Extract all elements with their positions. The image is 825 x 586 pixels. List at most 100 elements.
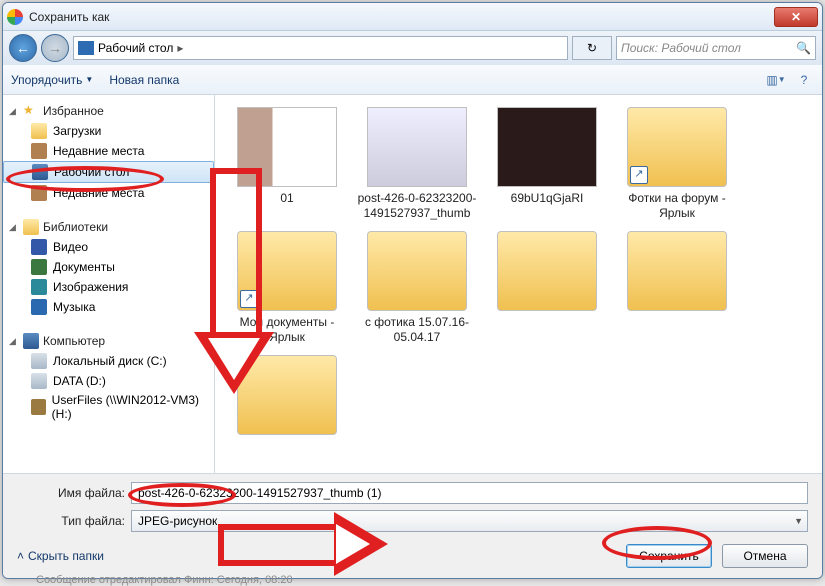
ico-pic-icon bbox=[31, 279, 47, 295]
cancel-button[interactable]: Отмена bbox=[722, 544, 808, 568]
thumb-label: 69bU1qGjaRI bbox=[511, 191, 584, 206]
titlebar: Сохранить как ✕ bbox=[3, 3, 822, 31]
back-button[interactable]: ← bbox=[9, 34, 37, 62]
tree-item[interactable]: Недавние места bbox=[3, 183, 214, 203]
chevron-down-icon: ▼ bbox=[85, 75, 93, 84]
tree-header-favorites[interactable]: ◢ ★ Избранное bbox=[3, 101, 214, 121]
ico-net-icon bbox=[31, 399, 46, 415]
filetype-label: Тип файла: bbox=[17, 514, 125, 528]
tree-item[interactable]: Музыка bbox=[3, 297, 214, 317]
thumb-label: Фотки на форум - Ярлык bbox=[617, 191, 737, 221]
tree-item[interactable]: Локальный диск (C:) bbox=[3, 351, 214, 371]
tree-item-label: Локальный диск (C:) bbox=[53, 354, 167, 368]
refresh-button[interactable]: ↻ bbox=[572, 36, 612, 60]
tree-item-label: UserFiles (\\WIN2012-VM3) (H:) bbox=[52, 393, 208, 421]
filetype-value: JPEG-рисунок bbox=[138, 514, 217, 528]
dialog-body: ◢ ★ Избранное Загрузки Недавние места Рабо… bbox=[3, 95, 822, 473]
tree-item-label: Рабочий стол bbox=[54, 165, 129, 179]
chrome-icon bbox=[7, 9, 23, 25]
tree-item-label: DATA (D:) bbox=[53, 374, 106, 388]
save-as-dialog: Сохранить как ✕ ← → Рабочий стол ▸ ↻ Пои… bbox=[2, 2, 823, 579]
tree-item[interactable]: Рабочий стол bbox=[3, 161, 214, 183]
thumb-label: Мои документы - Ярлык bbox=[227, 315, 347, 345]
thumb-image bbox=[367, 231, 467, 311]
breadcrumb-path: Рабочий стол bbox=[98, 41, 173, 55]
tree-item[interactable]: Загрузки bbox=[3, 121, 214, 141]
tree-item-label: Недавние места bbox=[53, 144, 144, 158]
close-button[interactable]: ✕ bbox=[774, 7, 818, 27]
ico-disk-icon bbox=[31, 373, 47, 389]
tree-item[interactable]: UserFiles (\\WIN2012-VM3) (H:) bbox=[3, 391, 214, 423]
file-thumb[interactable]: 01 bbox=[227, 107, 347, 221]
filename-input[interactable] bbox=[131, 482, 808, 504]
thumb-image bbox=[237, 231, 337, 311]
chevron-down-icon: ▼ bbox=[794, 516, 803, 526]
tree-item-label: Загрузки bbox=[53, 124, 101, 138]
tree-header-libraries[interactable]: ◢ Библиотеки bbox=[3, 217, 214, 237]
search-placeholder: Поиск: Рабочий стол bbox=[621, 41, 741, 55]
file-thumb[interactable]: с фотика 15.07.16-05.04.17 bbox=[357, 231, 477, 345]
ico-monitor-icon bbox=[32, 164, 48, 180]
thumb-image bbox=[237, 107, 337, 187]
file-thumb[interactable]: 69bU1qGjaRI bbox=[487, 107, 607, 221]
thumb-label: 01 bbox=[280, 191, 293, 206]
thumb-image bbox=[367, 107, 467, 187]
tree-item-label: Изображения bbox=[53, 280, 128, 294]
tree-item-label: Недавние места bbox=[53, 186, 144, 200]
computer-icon bbox=[23, 333, 39, 349]
organize-menu[interactable]: Упорядочить ▼ bbox=[11, 73, 93, 87]
help-button[interactable]: ? bbox=[794, 70, 814, 90]
tree-item-label: Видео bbox=[53, 240, 88, 254]
view-options-button[interactable]: ▥ ▼ bbox=[766, 70, 786, 90]
search-icon: 🔍 bbox=[796, 41, 811, 55]
tree-item[interactable]: Недавние места bbox=[3, 141, 214, 161]
libraries-icon bbox=[23, 219, 39, 235]
ico-doc-icon bbox=[31, 259, 47, 275]
ico-music-icon bbox=[31, 299, 47, 315]
bottom-panel: Имя файла: Тип файла: JPEG-рисунок ▼ ˄ С… bbox=[3, 473, 822, 578]
file-pane[interactable]: 01 post-426-0-62323200-1491527937_thumb 69… bbox=[215, 95, 822, 473]
tree-libraries: ◢ Библиотеки Видео Документы Изображения Му… bbox=[3, 217, 214, 317]
star-icon: ★ bbox=[23, 103, 39, 119]
thumb-image bbox=[237, 355, 337, 435]
search-input[interactable]: Поиск: Рабочий стол 🔍 bbox=[616, 36, 816, 60]
chevron-up-icon: ˄ bbox=[17, 549, 24, 563]
file-thumb[interactable]: Фотки на форум - Ярлык bbox=[617, 107, 737, 221]
save-button[interactable]: Сохранить bbox=[626, 544, 712, 568]
tree-item[interactable]: Видео bbox=[3, 237, 214, 257]
toolbar: Упорядочить ▼ Новая папка ▥ ▼ ? bbox=[3, 65, 822, 95]
tree-item[interactable]: Изображения bbox=[3, 277, 214, 297]
thumb-image bbox=[627, 231, 727, 311]
window-title: Сохранить как bbox=[29, 10, 774, 24]
file-thumb[interactable] bbox=[617, 231, 737, 345]
page-footer-note: Сообщение отредактировал Финн: Сегодня, … bbox=[36, 574, 293, 586]
ico-video-icon bbox=[31, 239, 47, 255]
hide-folders-button[interactable]: ˄ Скрыть папки bbox=[17, 549, 104, 563]
tree-item[interactable]: DATA (D:) bbox=[3, 371, 214, 391]
ico-folder-icon bbox=[31, 123, 47, 139]
tree-item-label: Документы bbox=[53, 260, 115, 274]
forward-button[interactable]: → bbox=[41, 34, 69, 62]
file-thumb[interactable]: Мои документы - Ярлык bbox=[227, 231, 347, 345]
file-thumb[interactable] bbox=[227, 355, 347, 439]
thumb-label: с фотика 15.07.16-05.04.17 bbox=[357, 315, 477, 345]
caret-icon: ◢ bbox=[9, 106, 19, 117]
new-folder-button[interactable]: Новая папка bbox=[109, 73, 179, 87]
tree-item-label: Музыка bbox=[53, 300, 95, 314]
thumb-image bbox=[627, 107, 727, 187]
filename-label: Имя файла: bbox=[17, 486, 125, 500]
thumb-image bbox=[497, 231, 597, 311]
desktop-icon bbox=[78, 41, 94, 55]
ico-recent-icon bbox=[31, 143, 47, 159]
file-thumb[interactable] bbox=[487, 231, 607, 345]
tree-item[interactable]: Документы bbox=[3, 257, 214, 277]
address-bar: ← → Рабочий стол ▸ ↻ Поиск: Рабочий стол… bbox=[3, 31, 822, 65]
breadcrumb[interactable]: Рабочий стол ▸ bbox=[73, 36, 568, 60]
filetype-combo[interactable]: JPEG-рисунок ▼ bbox=[131, 510, 808, 532]
nav-tree: ◢ ★ Избранное Загрузки Недавние места Рабо… bbox=[3, 95, 215, 473]
thumb-label: post-426-0-62323200-1491527937_thumb bbox=[357, 191, 477, 221]
file-thumb[interactable]: post-426-0-62323200-1491527937_thumb bbox=[357, 107, 477, 221]
chevron-right-icon: ▸ bbox=[177, 41, 183, 55]
tree-header-computer[interactable]: ◢ Компьютер bbox=[3, 331, 214, 351]
tree-favorites: ◢ ★ Избранное Загрузки Недавние места Рабо… bbox=[3, 101, 214, 203]
